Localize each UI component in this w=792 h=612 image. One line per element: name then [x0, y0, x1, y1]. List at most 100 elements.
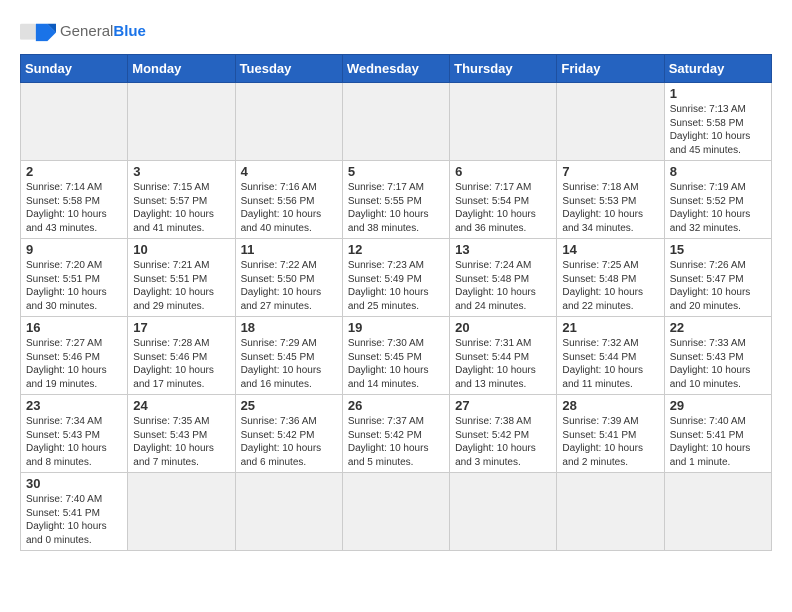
week-row-0: 1Sunrise: 7:13 AM Sunset: 5:58 PM Daylig… — [21, 83, 772, 161]
calendar-cell: 24 Sunrise: 7:35 AM Sunset: 5:43 PM Dayli… — [128, 395, 235, 473]
calendar-cell: 2Sunrise: 7:14 AM Sunset: 5:58 PM Daylig… — [21, 161, 128, 239]
day-info: Sunrise: 7:25 AM Sunset: 5:48 PM Dayligh… — [562, 259, 658, 313]
day-info: Sunrise: 7:18 AM Sunset: 5:53 PM Dayligh… — [562, 181, 658, 235]
day-number: 10 — [133, 242, 229, 257]
calendar-cell — [450, 83, 557, 161]
day-number: 6 — [455, 164, 551, 179]
calendar-cell: 9Sunrise: 7:20 AM Sunset: 5:51 PM Daylig… — [21, 239, 128, 317]
week-row-4: 23 Sunrise: 7:34 AM Sunset: 5:43 PM Dayli… — [21, 395, 772, 473]
calendar-cell — [664, 473, 771, 551]
day-info: Sunrise: 7:19 AM Sunset: 5:52 PM Dayligh… — [670, 181, 766, 235]
calendar-cell — [235, 473, 342, 551]
calendar-cell: 28 Sunrise: 7:39 AM Sunset: 5:41 PM Dayli… — [557, 395, 664, 473]
day-info: Sunrise: 7:32 AM Sunset: 5:44 PM Dayligh… — [562, 337, 658, 391]
day-info: Sunrise: 7:20 AM Sunset: 5:51 PM Dayligh… — [26, 259, 122, 313]
day-info: Sunrise: 7:26 AM Sunset: 5:47 PM Dayligh… — [670, 259, 766, 313]
calendar-cell: 5Sunrise: 7:17 AM Sunset: 5:55 PM Daylig… — [342, 161, 449, 239]
day-info: Sunrise: 7:40 AM Sunset: 5:41 PM Dayligh… — [26, 493, 122, 547]
general-blue-icon — [20, 16, 56, 46]
day-info: Sunrise: 7:23 AM Sunset: 5:49 PM Dayligh… — [348, 259, 444, 313]
header-friday: Friday — [557, 55, 664, 83]
day-info: Sunrise: 7:30 AM Sunset: 5:45 PM Dayligh… — [348, 337, 444, 391]
week-row-2: 9Sunrise: 7:20 AM Sunset: 5:51 PM Daylig… — [21, 239, 772, 317]
calendar-cell — [235, 83, 342, 161]
calendar-cell: 1Sunrise: 7:13 AM Sunset: 5:58 PM Daylig… — [664, 83, 771, 161]
calendar-cell: 23 Sunrise: 7:34 AM Sunset: 5:43 PM Dayli… — [21, 395, 128, 473]
day-info: Sunrise: 7:21 AM Sunset: 5:51 PM Dayligh… — [133, 259, 229, 313]
logo: GeneralBlue — [20, 16, 146, 46]
day-number: 16 — [26, 320, 122, 335]
calendar-cell — [557, 473, 664, 551]
day-info: Sunrise: 7:24 AM Sunset: 5:48 PM Dayligh… — [455, 259, 551, 313]
day-number: 26 — [348, 398, 444, 413]
header-sunday: Sunday — [21, 55, 128, 83]
day-info: Sunrise: 7:37 AM Sunset: 5:42 PM Dayligh… — [348, 415, 444, 469]
calendar-cell: 29 Sunrise: 7:40 AM Sunset: 5:41 PM Dayli… — [664, 395, 771, 473]
calendar-cell: 30 Sunrise: 7:40 AM Sunset: 5:41 PM Dayli… — [21, 473, 128, 551]
calendar-cell: 21Sunrise: 7:32 AM Sunset: 5:44 PM Dayli… — [557, 317, 664, 395]
calendar-cell: 7Sunrise: 7:18 AM Sunset: 5:53 PM Daylig… — [557, 161, 664, 239]
day-info: Sunrise: 7:15 AM Sunset: 5:57 PM Dayligh… — [133, 181, 229, 235]
day-number: 29 — [670, 398, 766, 413]
day-number: 25 — [241, 398, 337, 413]
day-info: Sunrise: 7:35 AM Sunset: 5:43 PM Dayligh… — [133, 415, 229, 469]
day-number: 20 — [455, 320, 551, 335]
calendar-cell: 11 Sunrise: 7:22 AM Sunset: 5:50 PM Dayli… — [235, 239, 342, 317]
day-number: 14 — [562, 242, 658, 257]
day-info: Sunrise: 7:39 AM Sunset: 5:41 PM Dayligh… — [562, 415, 658, 469]
day-number: 3 — [133, 164, 229, 179]
header: GeneralBlue — [20, 16, 772, 46]
calendar-cell — [450, 473, 557, 551]
calendar: SundayMondayTuesdayWednesdayThursdayFrid… — [20, 54, 772, 551]
day-info: Sunrise: 7:34 AM Sunset: 5:43 PM Dayligh… — [26, 415, 122, 469]
day-number: 5 — [348, 164, 444, 179]
day-info: Sunrise: 7:40 AM Sunset: 5:41 PM Dayligh… — [670, 415, 766, 469]
day-number: 11 — [241, 242, 337, 257]
calendar-body: 1Sunrise: 7:13 AM Sunset: 5:58 PM Daylig… — [21, 83, 772, 551]
day-number: 30 — [26, 476, 122, 491]
header-tuesday: Tuesday — [235, 55, 342, 83]
day-info: Sunrise: 7:13 AM Sunset: 5:58 PM Dayligh… — [670, 103, 766, 157]
calendar-cell: 15 Sunrise: 7:26 AM Sunset: 5:47 PM Dayli… — [664, 239, 771, 317]
calendar-cell — [557, 83, 664, 161]
calendar-cell: 19Sunrise: 7:30 AM Sunset: 5:45 PM Dayli… — [342, 317, 449, 395]
calendar-cell: 20 Sunrise: 7:31 AM Sunset: 5:44 PM Dayli… — [450, 317, 557, 395]
day-info: Sunrise: 7:27 AM Sunset: 5:46 PM Dayligh… — [26, 337, 122, 391]
header-monday: Monday — [128, 55, 235, 83]
calendar-cell: 3 Sunrise: 7:15 AM Sunset: 5:57 PM Daylig… — [128, 161, 235, 239]
calendar-cell — [128, 83, 235, 161]
calendar-cell — [342, 83, 449, 161]
day-number: 22 — [670, 320, 766, 335]
week-row-5: 30 Sunrise: 7:40 AM Sunset: 5:41 PM Dayli… — [21, 473, 772, 551]
day-number: 27 — [455, 398, 551, 413]
day-number: 15 — [670, 242, 766, 257]
day-info: Sunrise: 7:28 AM Sunset: 5:46 PM Dayligh… — [133, 337, 229, 391]
logo-text: GeneralBlue — [60, 23, 146, 40]
day-info: Sunrise: 7:17 AM Sunset: 5:54 PM Dayligh… — [455, 181, 551, 235]
day-info: Sunrise: 7:31 AM Sunset: 5:44 PM Dayligh… — [455, 337, 551, 391]
day-info: Sunrise: 7:22 AM Sunset: 5:50 PM Dayligh… — [241, 259, 337, 313]
day-number: 28 — [562, 398, 658, 413]
day-info: Sunrise: 7:29 AM Sunset: 5:45 PM Dayligh… — [241, 337, 337, 391]
calendar-cell — [21, 83, 128, 161]
day-number: 18 — [241, 320, 337, 335]
day-info: Sunrise: 7:33 AM Sunset: 5:43 PM Dayligh… — [670, 337, 766, 391]
calendar-cell: 16 Sunrise: 7:27 AM Sunset: 5:46 PM Dayli… — [21, 317, 128, 395]
header-thursday: Thursday — [450, 55, 557, 83]
day-info: Sunrise: 7:14 AM Sunset: 5:58 PM Dayligh… — [26, 181, 122, 235]
calendar-cell: 27 Sunrise: 7:38 AM Sunset: 5:42 PM Dayli… — [450, 395, 557, 473]
calendar-cell: 12Sunrise: 7:23 AM Sunset: 5:49 PM Dayli… — [342, 239, 449, 317]
day-info: Sunrise: 7:36 AM Sunset: 5:42 PM Dayligh… — [241, 415, 337, 469]
week-row-3: 16 Sunrise: 7:27 AM Sunset: 5:46 PM Dayli… — [21, 317, 772, 395]
calendar-cell: 18 Sunrise: 7:29 AM Sunset: 5:45 PM Dayli… — [235, 317, 342, 395]
day-info: Sunrise: 7:38 AM Sunset: 5:42 PM Dayligh… — [455, 415, 551, 469]
day-number: 23 — [26, 398, 122, 413]
calendar-cell: 6 Sunrise: 7:17 AM Sunset: 5:54 PM Daylig… — [450, 161, 557, 239]
calendar-cell — [128, 473, 235, 551]
calendar-header: SundayMondayTuesdayWednesdayThursdayFrid… — [21, 55, 772, 83]
calendar-cell: 13Sunrise: 7:24 AM Sunset: 5:48 PM Dayli… — [450, 239, 557, 317]
day-number: 24 — [133, 398, 229, 413]
header-row: SundayMondayTuesdayWednesdayThursdayFrid… — [21, 55, 772, 83]
calendar-cell: 8Sunrise: 7:19 AM Sunset: 5:52 PM Daylig… — [664, 161, 771, 239]
header-saturday: Saturday — [664, 55, 771, 83]
